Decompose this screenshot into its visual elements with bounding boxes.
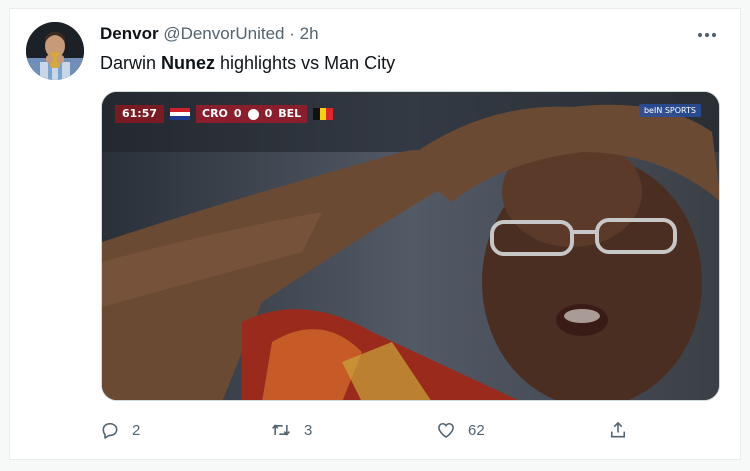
retweet-count: 3 bbox=[304, 421, 313, 439]
tweet-text-bold: Nunez bbox=[161, 53, 216, 73]
belgium-flag-icon bbox=[313, 108, 334, 120]
away-team: BEL bbox=[278, 107, 302, 120]
like-count: 62 bbox=[468, 421, 485, 439]
share-icon bbox=[610, 421, 626, 438]
like-button[interactable]: 62 bbox=[436, 417, 485, 443]
heart-icon bbox=[438, 422, 454, 438]
away-score: 0 bbox=[264, 107, 273, 120]
avatar-image bbox=[26, 22, 84, 80]
tweet-time[interactable]: 2h bbox=[300, 24, 319, 43]
tweet-text: Darwin Nunez highlights vs Man City bbox=[100, 51, 720, 75]
tweet-media-image[interactable]: 61:57 CRO 0 0 BEL beIN SPORTS bbox=[101, 91, 720, 401]
share-button[interactable] bbox=[608, 417, 628, 443]
croatia-flag-icon bbox=[170, 108, 191, 120]
tweet-text-part: highlights vs Man City bbox=[215, 53, 396, 73]
tweet-actions: 2 3 62 bbox=[100, 417, 630, 443]
media-photo bbox=[102, 92, 719, 400]
home-score: 0 bbox=[233, 107, 242, 120]
ball-icon bbox=[247, 108, 259, 120]
scorebug: 61:57 CRO 0 0 BEL bbox=[115, 105, 339, 123]
separator-dot: · bbox=[289, 24, 295, 43]
retweet-button[interactable]: 3 bbox=[270, 417, 312, 443]
score-panel: CRO 0 0 BEL bbox=[196, 105, 308, 123]
match-clock: 61:57 bbox=[115, 105, 165, 123]
avatar[interactable] bbox=[26, 22, 84, 80]
reply-icon bbox=[102, 422, 118, 439]
home-team: CRO bbox=[202, 107, 228, 120]
retweet-icon bbox=[272, 424, 290, 436]
reply-count: 2 bbox=[132, 421, 141, 439]
tweet-text-part: Darwin bbox=[100, 53, 162, 73]
more-icon[interactable] bbox=[694, 25, 720, 45]
reply-button[interactable]: 2 bbox=[100, 417, 140, 443]
tweet-header: Denvor @DenvorUnited · 2h bbox=[100, 23, 720, 45]
author-name[interactable]: Denvor bbox=[100, 24, 159, 43]
broadcaster-logo: beIN SPORTS bbox=[638, 104, 701, 117]
tweet-card[interactable]: Denvor @DenvorUnited · 2h Darwin Nunez h… bbox=[9, 8, 741, 460]
author-handle[interactable]: @DenvorUnited bbox=[163, 24, 284, 43]
